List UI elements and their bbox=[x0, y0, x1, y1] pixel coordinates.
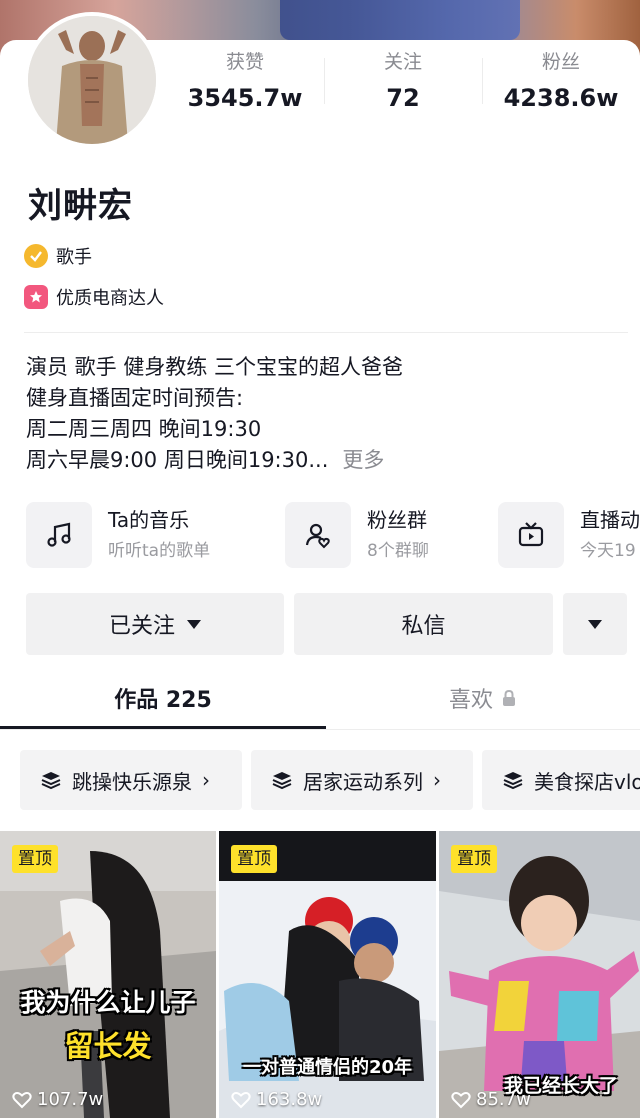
layers-icon bbox=[272, 772, 292, 790]
badge-ecommerce[interactable]: 优质电商达人 bbox=[24, 284, 164, 310]
tab-works[interactable]: 作品 225 bbox=[0, 670, 326, 726]
stat-value: 4238.6w bbox=[503, 84, 619, 112]
video-grid: 置顶 我为什么让儿子 留长发 107.7w 置顶 一对普通情侣的20年 163.… bbox=[0, 831, 640, 1118]
video-thumbnail[interactable]: 置顶 一对普通情侣的20年 163.8w bbox=[219, 831, 436, 1118]
stat-label: 获赞 bbox=[225, 51, 264, 73]
caret-down-icon bbox=[187, 619, 201, 629]
collection-chip[interactable]: 跳操快乐源泉 › bbox=[20, 750, 242, 810]
entry-title: Ta的音乐 bbox=[108, 508, 190, 532]
video-thumbnail[interactable]: 置顶 我已经长大了 85.7w bbox=[439, 831, 640, 1118]
chevron-right-icon: › bbox=[202, 768, 210, 792]
chevron-right-icon: › bbox=[433, 768, 441, 792]
bio-line: 健身直播固定时间预告: bbox=[26, 386, 244, 410]
divider bbox=[24, 332, 628, 333]
layers-icon bbox=[41, 772, 61, 790]
entry-title: 直播动 bbox=[580, 508, 640, 532]
collection-label: 跳操快乐源泉 bbox=[72, 769, 192, 794]
pinned-tag: 置顶 bbox=[231, 845, 277, 873]
bio[interactable]: 演员 歌手 健身教练 三个宝宝的超人爸爸 健身直播固定时间预告: 周二周三周四 … bbox=[26, 352, 626, 476]
pinned-tag: 置顶 bbox=[451, 845, 497, 873]
stat-likes[interactable]: 获赞 3545.7w bbox=[166, 48, 324, 118]
entry-row: Ta的音乐 听听ta的歌单 粉丝群 8个群聊 直播动 今天19 bbox=[26, 502, 640, 572]
layers-icon bbox=[503, 772, 523, 790]
entry-subtitle: 今天19 bbox=[580, 541, 636, 561]
collection-chip[interactable]: 美食探店vlo bbox=[482, 750, 640, 810]
tv-icon bbox=[498, 502, 564, 568]
entry-title: 粉丝群 bbox=[367, 508, 427, 532]
stat-value: 72 bbox=[386, 84, 420, 112]
more-options-button[interactable] bbox=[563, 593, 627, 655]
badge-label: 优质电商达人 bbox=[56, 288, 164, 309]
stat-label: 粉丝 bbox=[541, 51, 580, 73]
caret-down-icon bbox=[588, 619, 602, 629]
bio-line: 演员 歌手 健身教练 三个宝宝的超人爸爸 bbox=[26, 355, 404, 379]
stat-following[interactable]: 关注 72 bbox=[324, 48, 482, 118]
bio-more-link[interactable]: 更多 bbox=[342, 448, 384, 472]
cover-decoration bbox=[280, 0, 520, 40]
bio-line: 周二周三周四 晚间19:30 bbox=[26, 417, 262, 441]
video-thumbnail[interactable]: 置顶 我为什么让儿子 留长发 107.7w bbox=[0, 831, 216, 1118]
video-cover-image bbox=[0, 831, 216, 1118]
video-caption: 一对普通情侣的20年 bbox=[242, 1057, 413, 1078]
tab-likes-label: 喜欢 bbox=[448, 688, 493, 713]
collection-label: 居家运动系列 bbox=[303, 769, 423, 794]
message-button[interactable]: 私信 bbox=[294, 593, 553, 655]
stat-label: 关注 bbox=[383, 51, 422, 73]
likes-count: 85.7w bbox=[476, 1089, 531, 1110]
badge-singer[interactable]: 歌手 bbox=[24, 243, 92, 269]
profile-name: 刘畊宏 bbox=[28, 186, 133, 226]
fan-group-icon bbox=[285, 502, 351, 568]
likes-count: 107.7w bbox=[37, 1089, 104, 1110]
music-note-icon bbox=[26, 502, 92, 568]
tab-likes[interactable]: 喜欢 bbox=[326, 670, 640, 726]
badge-label: 歌手 bbox=[56, 247, 92, 268]
message-label: 私信 bbox=[401, 614, 446, 639]
star-badge-icon bbox=[24, 285, 48, 309]
heart-icon bbox=[12, 1091, 32, 1108]
entry-music[interactable]: Ta的音乐 听听ta的歌单 bbox=[26, 502, 210, 568]
collection-chip[interactable]: 居家运动系列 › bbox=[251, 750, 473, 810]
video-likes: 107.7w bbox=[12, 1089, 103, 1110]
avatar-image bbox=[28, 16, 156, 144]
entry-live[interactable]: 直播动 今天19 bbox=[498, 502, 640, 568]
video-caption: 我为什么让儿子 bbox=[20, 988, 196, 1017]
heart-icon bbox=[231, 1091, 251, 1108]
entry-subtitle: 8个群聊 bbox=[367, 541, 429, 561]
followed-button[interactable]: 已关注 bbox=[26, 593, 284, 655]
video-likes: 85.7w bbox=[451, 1089, 531, 1110]
pinned-tag: 置顶 bbox=[12, 845, 58, 873]
entry-subtitle: 听听ta的歌单 bbox=[108, 541, 211, 561]
followed-label: 已关注 bbox=[108, 614, 175, 639]
bio-line: 周六早晨9:00 周日晚间19:30... bbox=[26, 448, 329, 472]
avatar[interactable] bbox=[24, 12, 160, 148]
stats-bar: 获赞 3545.7w 关注 72 粉丝 4238.6w bbox=[166, 48, 640, 118]
entry-fan-group[interactable]: 粉丝群 8个群聊 bbox=[285, 502, 429, 568]
video-caption-highlight: 留长发 bbox=[64, 1029, 152, 1063]
tab-divider bbox=[0, 729, 640, 730]
collection-chips: 跳操快乐源泉 › 居家运动系列 › 美食探店vlo bbox=[20, 750, 640, 810]
collection-label: 美食探店vlo bbox=[534, 769, 640, 794]
likes-count: 163.8w bbox=[256, 1089, 323, 1110]
stat-followers[interactable]: 粉丝 4238.6w bbox=[482, 48, 640, 118]
heart-icon bbox=[451, 1091, 471, 1108]
profile-sheet: 获赞 3545.7w 关注 72 粉丝 4238.6w 刘畊宏 歌手 优质电商达… bbox=[0, 12, 640, 1118]
verified-check-icon bbox=[24, 244, 48, 268]
lock-icon bbox=[503, 689, 515, 706]
content-tabs: 作品 225 喜欢 bbox=[0, 670, 640, 732]
video-likes: 163.8w bbox=[231, 1089, 322, 1110]
stat-value: 3545.7w bbox=[187, 84, 303, 112]
